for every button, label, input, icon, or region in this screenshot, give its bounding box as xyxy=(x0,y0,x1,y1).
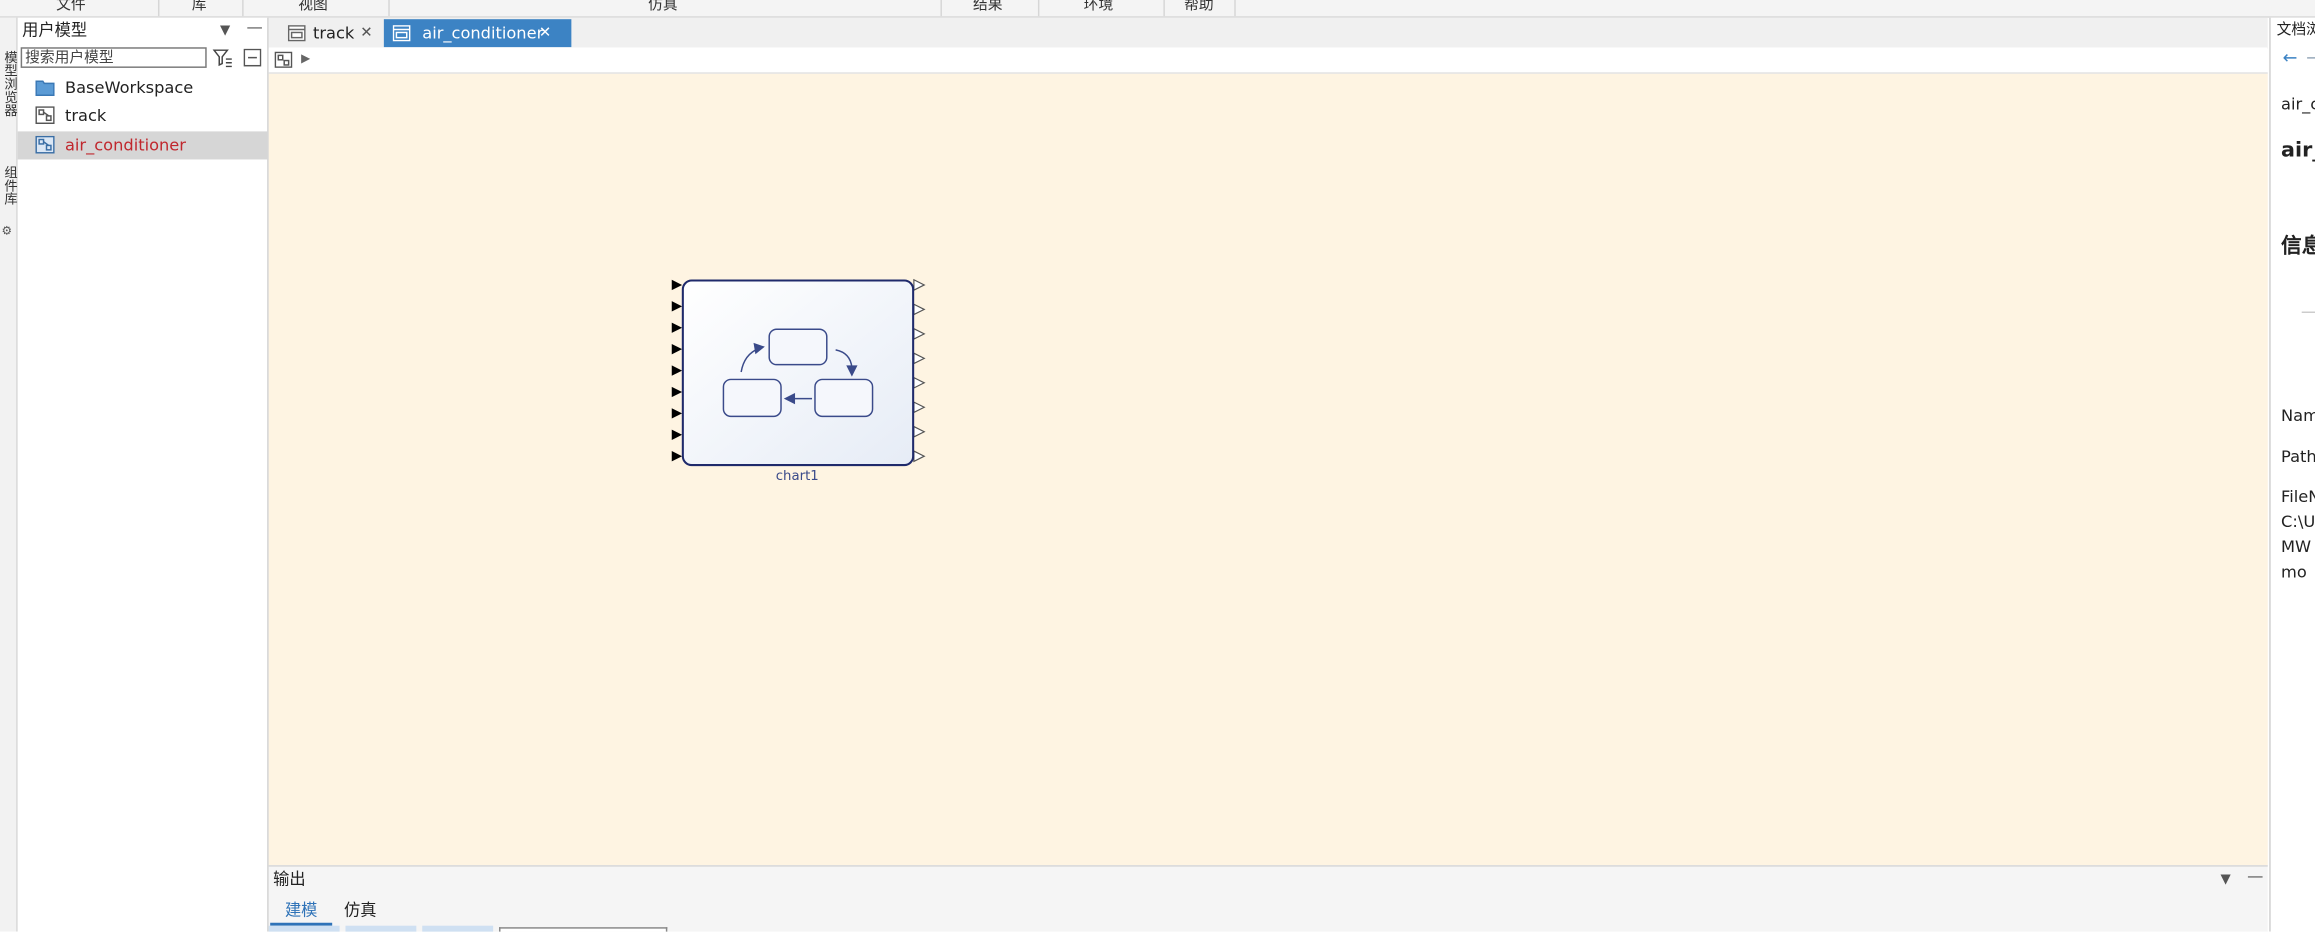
tab-track[interactable]: track ✕ xyxy=(279,19,385,47)
model-icon[interactable] xyxy=(274,51,293,68)
tab-label: track xyxy=(312,23,355,43)
doc-section-info: 信息 xyxy=(2281,234,2315,259)
output-tab-simulation[interactable]: 仿真 xyxy=(329,899,391,923)
output-tab-modeling[interactable]: 建模 xyxy=(270,899,333,926)
editor-tab-bar: track ✕ air_conditioner ✕ xyxy=(268,17,2268,49)
menu-environment[interactable]: 环境 xyxy=(1066,0,1131,16)
user-model-panel: 用户模型 ▼ — BaseWorkspace xyxy=(17,17,269,932)
output-port[interactable] xyxy=(913,376,926,389)
doc-panel-title: 文档浏 xyxy=(2276,22,2315,39)
input-port[interactable] xyxy=(671,386,683,398)
output-port[interactable] xyxy=(913,303,926,316)
input-port[interactable] xyxy=(671,322,683,333)
doc-filename-value: MW xyxy=(2281,537,2312,557)
doc-heading: air_ xyxy=(2281,138,2315,163)
model-canvas[interactable]: chart1 xyxy=(268,73,2268,866)
doc-filename-value: mo xyxy=(2281,562,2307,582)
input-port[interactable] xyxy=(671,451,683,462)
menu-simulation[interactable]: 仿真 xyxy=(630,0,695,16)
input-port[interactable] xyxy=(671,429,683,440)
input-ports xyxy=(671,279,683,462)
input-port[interactable] xyxy=(671,344,683,355)
doc-path-label: Path xyxy=(2281,447,2315,467)
tree-item-track[interactable]: track xyxy=(18,102,268,130)
search-input[interactable] xyxy=(20,47,207,68)
panel-header: 用户模型 ▼ — xyxy=(18,18,268,45)
output-port[interactable] xyxy=(913,327,926,341)
model-icon xyxy=(35,135,55,154)
chevron-right-icon[interactable]: ▶ xyxy=(301,50,310,68)
model-icon xyxy=(35,106,55,125)
output-port[interactable] xyxy=(913,450,926,463)
doc-name-label: Nam xyxy=(2281,406,2315,426)
output-port[interactable] xyxy=(913,401,926,414)
output-toolbar-button[interactable] xyxy=(268,925,340,932)
output-panel: 输出 ▼ — 建模 仿真 xyxy=(268,865,2268,932)
panel-title: 用户模型 xyxy=(22,20,88,40)
dropdown-triangle-icon[interactable]: ▼ xyxy=(2221,871,2231,889)
tree-item-baseworkspace[interactable]: BaseWorkspace xyxy=(18,74,268,102)
minimize-icon[interactable]: — xyxy=(247,18,263,37)
output-port[interactable] xyxy=(913,352,926,365)
doc-filename-value: C:\U xyxy=(2281,512,2315,532)
collapse-all-icon[interactable] xyxy=(243,48,262,67)
forward-arrow-icon[interactable]: → xyxy=(2306,47,2315,68)
chart-block[interactable] xyxy=(667,273,933,494)
output-title: 输出 xyxy=(273,869,306,889)
input-port[interactable] xyxy=(671,365,683,376)
block-label: chart1 xyxy=(775,469,819,485)
tree-item-label: track xyxy=(64,106,107,126)
input-port[interactable] xyxy=(671,301,683,312)
side-tab-model-browser[interactable]: 模型浏览器 xyxy=(0,30,16,136)
gear-icon[interactable]: ⚙ xyxy=(1,224,12,237)
output-toolbar-button[interactable] xyxy=(422,925,494,932)
menu-view[interactable]: 视图 xyxy=(281,0,346,16)
menu-bar: 文件 库 视图 仿真 结果 环境 帮助 xyxy=(0,0,2315,18)
doc-filename-label: FileN xyxy=(2281,487,2315,507)
menu-help[interactable]: 帮助 xyxy=(1166,0,1231,16)
breadcrumb: ▶ xyxy=(268,47,2268,74)
menu-library[interactable]: 库 xyxy=(174,0,224,16)
side-tab-library[interactable]: 组件库 xyxy=(0,148,16,222)
tree-item-label: air_conditioner xyxy=(64,135,186,156)
tab-label: air_conditioner xyxy=(422,23,544,43)
folder-icon xyxy=(35,80,55,96)
app-window: 文件 库 视图 仿真 结果 环境 帮助 模型浏览器 组件库 ⚙ 用户模型 ▼ — xyxy=(0,0,2315,932)
output-port[interactable] xyxy=(913,425,926,438)
output-filter-input[interactable] xyxy=(499,927,668,932)
diagram-icon xyxy=(392,25,411,42)
tab-air-conditioner[interactable]: air_conditioner ✕ xyxy=(383,19,572,48)
minimize-icon[interactable]: — xyxy=(2247,867,2263,886)
diagram-icon xyxy=(287,25,306,42)
input-port[interactable] xyxy=(671,408,683,419)
doc-model-name: air_c xyxy=(2281,94,2315,114)
documentation-panel: 文档浏 ← → air_c air_ 信息 Nam Path FileN C:\… xyxy=(2269,17,2315,932)
back-arrow-icon[interactable]: ← xyxy=(2283,47,2298,68)
input-port[interactable] xyxy=(671,279,683,291)
output-ports xyxy=(913,278,926,463)
block-body xyxy=(681,279,915,467)
menu-file[interactable]: 文件 xyxy=(38,0,103,16)
menu-results[interactable]: 结果 xyxy=(955,0,1020,16)
close-icon[interactable]: ✕ xyxy=(539,19,551,47)
dropdown-triangle-icon[interactable]: ▼ xyxy=(220,22,230,40)
left-side-tabs: 模型浏览器 组件库 ⚙ xyxy=(0,17,18,932)
tree-item-label: BaseWorkspace xyxy=(64,78,194,98)
close-icon[interactable]: ✕ xyxy=(360,19,372,47)
output-port[interactable] xyxy=(913,278,926,292)
tree-item-air-conditioner[interactable]: air_conditioner xyxy=(17,131,268,160)
filter-icon[interactable] xyxy=(212,47,234,68)
output-toolbar-button[interactable] xyxy=(345,925,417,932)
